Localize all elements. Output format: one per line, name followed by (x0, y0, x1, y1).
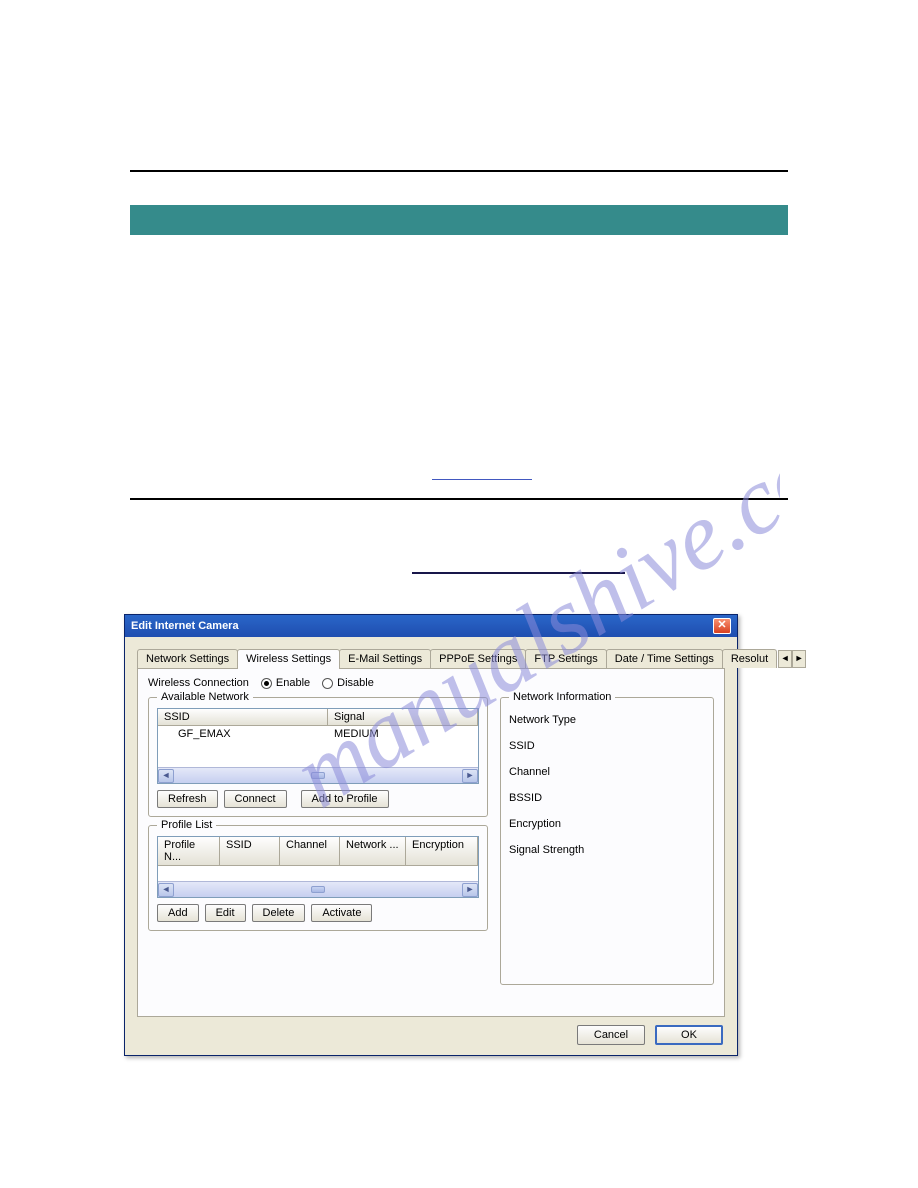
tab-row: Network Settings Wireless Settings E-Mai… (137, 647, 725, 669)
tab-wireless-settings[interactable]: Wireless Settings (237, 649, 340, 669)
profile-list-label: Profile List (157, 819, 216, 831)
hscrollbar[interactable]: ◄ ► (158, 881, 478, 897)
col-network[interactable]: Network ... (340, 837, 406, 865)
window-title: Edit Internet Camera (131, 620, 239, 632)
scroll-thumb[interactable] (311, 772, 325, 779)
cell-signal: MEDIUM (328, 726, 478, 742)
delete-button[interactable]: Delete (252, 904, 306, 922)
field-bssid: BSSID (509, 792, 705, 804)
col-ssid[interactable]: SSID (158, 709, 328, 725)
field-signal-strength: Signal Strength (509, 844, 705, 856)
wireless-connection-row: Wireless Connection Enable Disable (148, 677, 714, 689)
network-information-label: Network Information (509, 691, 615, 703)
scroll-right-icon[interactable]: ► (462, 883, 478, 897)
list-item[interactable]: GF_EMAX MEDIUM (158, 726, 478, 742)
col-profile-name[interactable]: Profile N... (158, 837, 220, 865)
hscrollbar[interactable]: ◄ ► (158, 767, 478, 783)
available-network-header: SSID Signal (158, 709, 478, 726)
scroll-thumb[interactable] (311, 886, 325, 893)
page-link-underline-1 (432, 464, 532, 480)
tab-ftp-settings[interactable]: FTP Settings (525, 649, 606, 668)
radio-dot-icon (322, 678, 333, 689)
available-network-label: Available Network (157, 691, 253, 703)
edit-internet-camera-dialog: Edit Internet Camera ✕ Network Settings … (124, 614, 738, 1056)
wireless-connection-label: Wireless Connection (148, 677, 249, 689)
col-signal[interactable]: Signal (328, 709, 478, 725)
ok-button[interactable]: OK (655, 1025, 723, 1045)
tab-date-time-settings[interactable]: Date / Time Settings (606, 649, 723, 668)
scroll-right-icon[interactable]: ► (462, 769, 478, 783)
close-icon[interactable]: ✕ (713, 618, 731, 634)
dialog-body: Network Settings Wireless Settings E-Mai… (125, 637, 737, 1055)
col-channel[interactable]: Channel (280, 837, 340, 865)
network-information-group: Network Information Network Type SSID Ch… (500, 697, 714, 985)
available-network-group: Available Network SSID Signal GF_EMAX ME… (148, 697, 488, 817)
tab-scroll-left-icon[interactable]: ◄ (778, 650, 792, 668)
field-network-type: Network Type (509, 714, 705, 726)
page-divider-top (130, 170, 788, 172)
titlebar: Edit Internet Camera ✕ (125, 615, 737, 637)
connect-button[interactable]: Connect (224, 790, 287, 808)
field-ssid: SSID (509, 740, 705, 752)
radio-disable[interactable]: Disable (322, 677, 374, 689)
col-ssid[interactable]: SSID (220, 837, 280, 865)
page-divider-mid (130, 498, 788, 500)
radio-enable-label: Enable (276, 677, 310, 689)
tab-scroll-buttons: ◄ ► (778, 650, 806, 668)
activate-button[interactable]: Activate (311, 904, 372, 922)
tab-network-settings[interactable]: Network Settings (137, 649, 238, 668)
tab-resolution[interactable]: Resolut (722, 649, 777, 668)
section-heading-bar (130, 205, 788, 235)
add-button[interactable]: Add (157, 904, 199, 922)
refresh-button[interactable]: Refresh (157, 790, 218, 808)
edit-button[interactable]: Edit (205, 904, 246, 922)
profile-list-group: Profile List Profile N... SSID Channel N… (148, 825, 488, 931)
col-encryption[interactable]: Encryption (406, 837, 478, 865)
field-channel: Channel (509, 766, 705, 778)
cell-ssid: GF_EMAX (158, 726, 328, 742)
available-network-list[interactable]: SSID Signal GF_EMAX MEDIUM ◄ ► (157, 708, 479, 784)
profile-list-header: Profile N... SSID Channel Network ... En… (158, 837, 478, 866)
dialog-footer: Cancel OK (577, 1025, 723, 1045)
profile-list[interactable]: Profile N... SSID Channel Network ... En… (157, 836, 479, 898)
field-encryption: Encryption (509, 818, 705, 830)
tab-email-settings[interactable]: E-Mail Settings (339, 649, 431, 668)
tab-scroll-right-icon[interactable]: ► (792, 650, 806, 668)
radio-disable-label: Disable (337, 677, 374, 689)
radio-enable[interactable]: Enable (261, 677, 310, 689)
cancel-button[interactable]: Cancel (577, 1025, 645, 1045)
tab-pppoe-settings[interactable]: PPPoE Settings (430, 649, 526, 668)
radio-dot-icon (261, 678, 272, 689)
page-link-underline-2 (412, 572, 625, 574)
scroll-left-icon[interactable]: ◄ (158, 769, 174, 783)
add-to-profile-button[interactable]: Add to Profile (301, 790, 389, 808)
tab-content-wireless: Wireless Connection Enable Disable Avail… (137, 669, 725, 1017)
scroll-left-icon[interactable]: ◄ (158, 883, 174, 897)
